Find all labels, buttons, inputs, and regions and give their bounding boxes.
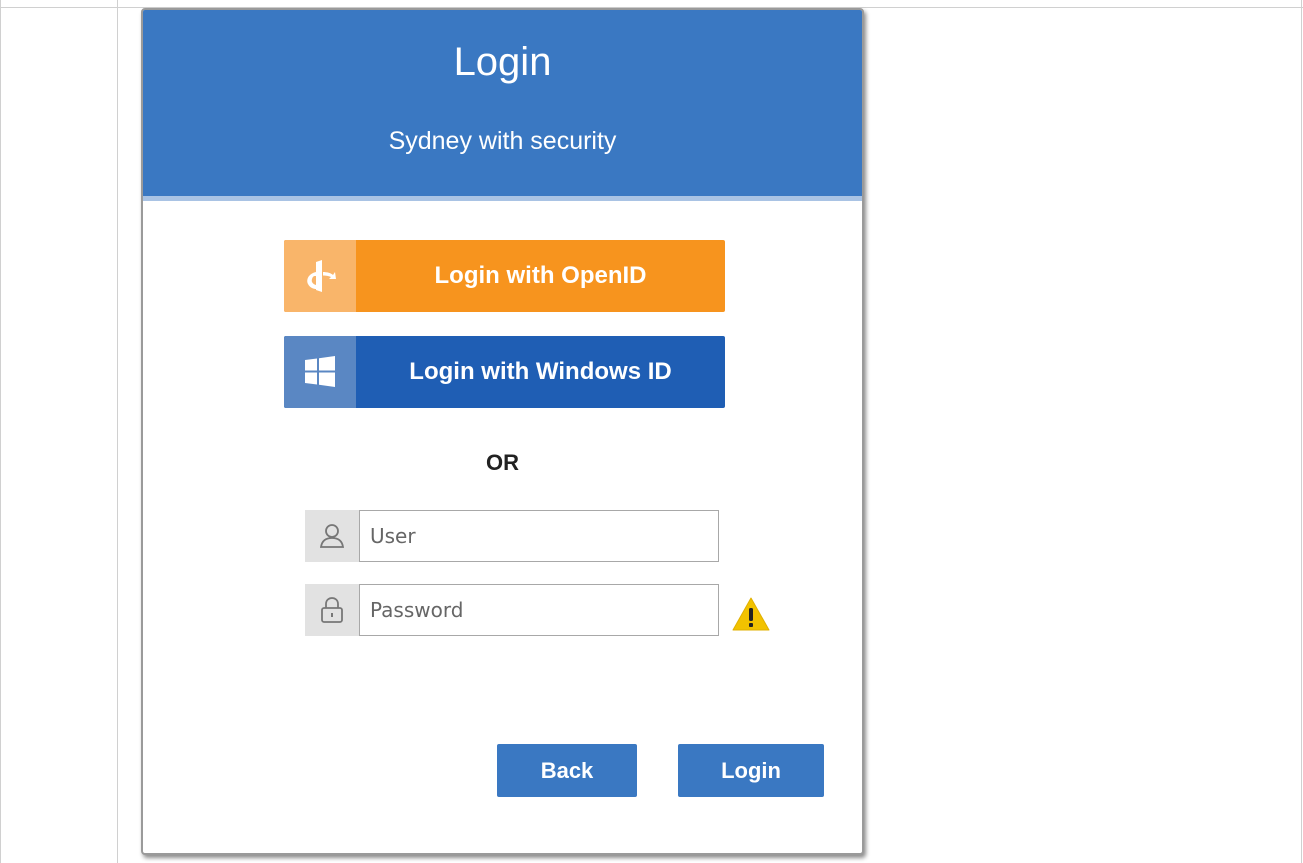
login-button[interactable]: Login <box>678 744 824 797</box>
back-button[interactable]: Back <box>497 744 637 797</box>
login-windows-button[interactable]: Login with Windows ID <box>284 336 725 408</box>
user-input[interactable] <box>359 510 719 562</box>
dialog-header: Login Sydney with security <box>143 10 862 201</box>
dialog-subtitle: Sydney with security <box>388 127 617 155</box>
page-top-border <box>0 0 1303 8</box>
page-right-border <box>1301 0 1302 863</box>
dialog-title: Login <box>453 40 552 84</box>
page-left-border <box>0 0 1 863</box>
login-openid-button[interactable]: Login with OpenID <box>284 240 725 312</box>
windows-label: Login with Windows ID <box>409 358 672 385</box>
login-dialog: Login Sydney with security Login with Op… <box>141 8 864 855</box>
lock-icon <box>305 584 359 636</box>
warning-icon <box>731 596 771 632</box>
openid-icon <box>284 240 356 312</box>
windows-icon <box>284 336 356 408</box>
user-field-row <box>305 510 719 562</box>
password-input[interactable] <box>359 584 719 636</box>
password-field-row <box>305 584 719 636</box>
page-column-divider <box>117 0 118 863</box>
user-icon <box>305 510 359 562</box>
openid-label: Login with OpenID <box>434 262 647 289</box>
or-separator: OR <box>486 450 519 475</box>
